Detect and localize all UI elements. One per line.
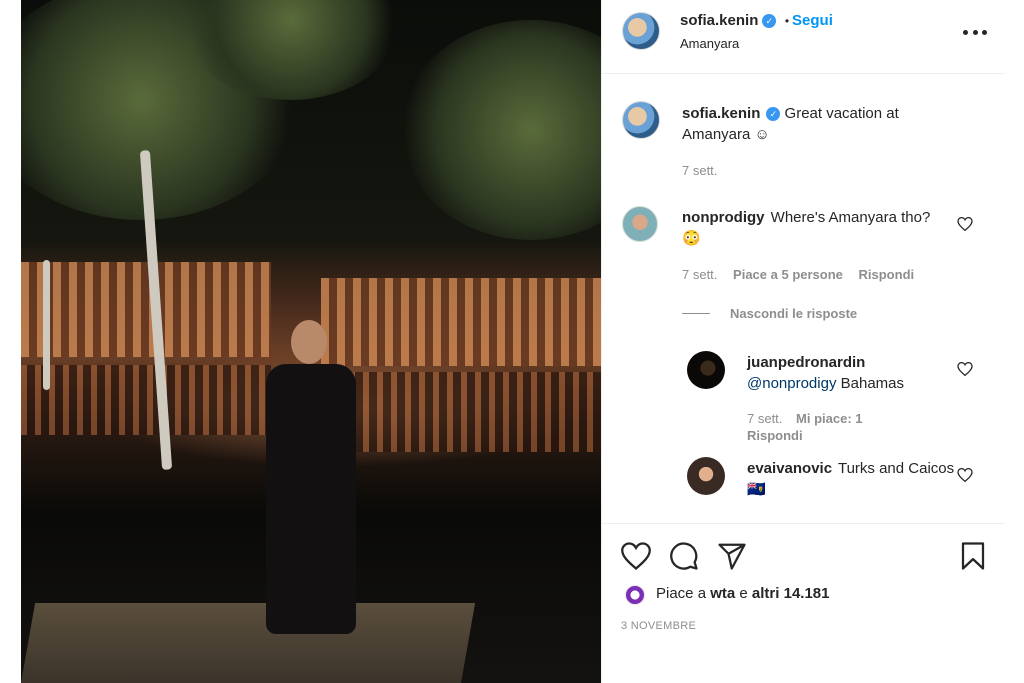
- tree-canopy: [401, 20, 601, 240]
- likes-others[interactable]: altri 14.181: [752, 585, 830, 602]
- verified-badge-icon: ✓: [762, 14, 777, 28]
- likes-prefix: Piace a: [656, 585, 707, 602]
- more-options-icon[interactable]: [963, 22, 987, 42]
- reply-meta: 7 sett. Mi piace: 1 Rispondi: [747, 410, 947, 444]
- building-lights: [321, 278, 601, 366]
- caption: sofia.kenin ✓ Great vacation at Amanyara …: [682, 103, 952, 145]
- actions-bar: Piace a wta e altri 14.181 3 NOVEMBRE: [602, 523, 1005, 683]
- post-photo[interactable]: [21, 0, 601, 683]
- post-panel: sofia.kenin ✓ • Segui Amanyara sofia.kenin…: [601, 0, 1005, 683]
- post-header: sofia.kenin ✓ • Segui Amanyara: [602, 0, 1005, 74]
- caption-time[interactable]: 7 sett.: [682, 163, 717, 178]
- avatar[interactable]: [625, 585, 645, 605]
- reply-text: Bahamas: [840, 375, 904, 392]
- comment-username[interactable]: nonprodigy: [682, 209, 765, 226]
- reply-like-heart-icon[interactable]: [957, 468, 973, 482]
- header-title-row: sofia.kenin ✓ • Segui: [680, 12, 833, 30]
- follow-button[interactable]: Segui: [792, 12, 833, 29]
- reply-username[interactable]: evaivanovic: [747, 460, 832, 477]
- reply: juanpedronardin @nonprodigy Bahamas: [747, 352, 957, 394]
- author-username[interactable]: sofia.kenin: [680, 12, 758, 29]
- reply-button[interactable]: Rispondi: [859, 267, 915, 282]
- avatar[interactable]: [687, 351, 725, 389]
- reply-like-heart-icon[interactable]: [957, 362, 973, 376]
- water-reflection: [321, 372, 601, 452]
- avatar[interactable]: [622, 206, 658, 242]
- hide-replies-label: Nascondi le risposte: [730, 306, 858, 321]
- comment-time[interactable]: 7 sett.: [682, 267, 717, 282]
- reply-likes[interactable]: Mi piace: 1: [796, 411, 862, 426]
- reply-button[interactable]: Rispondi: [747, 428, 803, 443]
- avatar[interactable]: [622, 101, 660, 139]
- tree-trunk: [43, 260, 50, 390]
- mention-link[interactable]: @nonprodigy: [747, 375, 836, 392]
- comment-icon[interactable]: [669, 541, 699, 571]
- water-reflection: [21, 365, 271, 435]
- person-dress: [266, 364, 356, 634]
- likes-middle: e: [739, 585, 748, 602]
- person-head: [291, 320, 327, 364]
- avatar[interactable]: [622, 12, 660, 50]
- divider: [682, 313, 710, 314]
- hide-replies-button[interactable]: Nascondi le risposte: [682, 306, 857, 321]
- likes-summary[interactable]: Piace a wta e altri 14.181: [656, 585, 829, 602]
- caption-username[interactable]: sofia.kenin: [682, 105, 760, 122]
- verified-badge-icon: ✓: [766, 107, 781, 121]
- comment-like-heart-icon[interactable]: [957, 217, 973, 231]
- avatar[interactable]: [687, 457, 725, 495]
- building-lights: [21, 262, 271, 357]
- post-date[interactable]: 3 NOVEMBRE: [621, 620, 696, 632]
- reply-username[interactable]: juanpedronardin: [747, 354, 865, 371]
- reply-time[interactable]: 7 sett.: [747, 411, 782, 426]
- comment-meta: 7 sett. Piace a 5 persone Rispondi: [682, 267, 914, 282]
- comment-likes[interactable]: Piace a 5 persone: [733, 267, 843, 282]
- share-icon[interactable]: [717, 541, 747, 571]
- separator: •: [784, 14, 790, 28]
- likes-user[interactable]: wta: [710, 585, 735, 602]
- stone-floor: [21, 603, 476, 683]
- bookmark-icon[interactable]: [958, 541, 988, 571]
- heart-icon[interactable]: [621, 541, 651, 571]
- comment: nonprodigy Where's Amanyara tho? 😳: [682, 207, 952, 249]
- location-link[interactable]: Amanyara: [680, 36, 739, 51]
- reply: evaivanovic Turks and Caicos 🇹🇨: [747, 458, 957, 500]
